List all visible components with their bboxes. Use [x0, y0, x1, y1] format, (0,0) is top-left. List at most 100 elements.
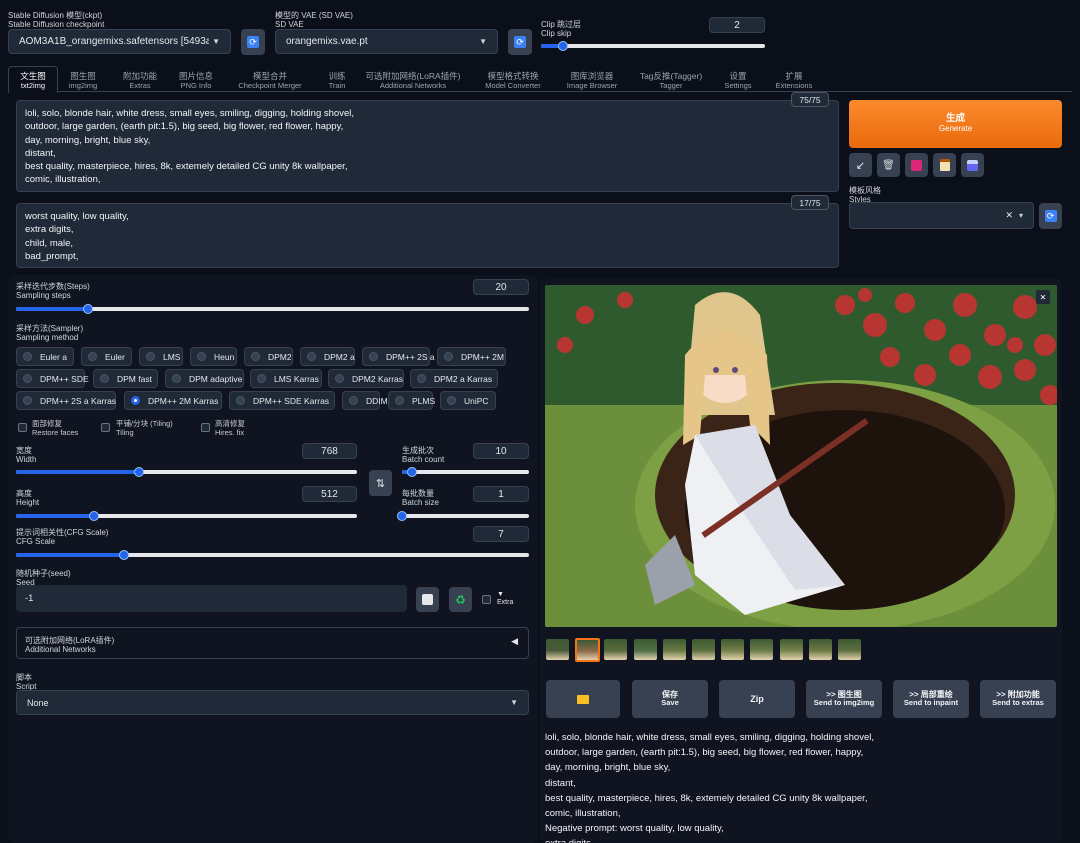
steps-slider[interactable]	[16, 304, 529, 314]
sampler-option[interactable]: DPM adaptive	[165, 369, 244, 388]
width-label: 宽度 Width	[16, 446, 37, 464]
batch-size-input[interactable]: 1	[473, 486, 529, 502]
swap-dimensions-button[interactable]: ⇅	[369, 470, 392, 496]
height-slider[interactable]	[16, 511, 357, 521]
zip-button[interactable]: Zip	[719, 680, 795, 718]
tab-img2img[interactable]: 图生图 img2img	[69, 72, 97, 91]
slider-handle[interactable]	[558, 41, 569, 51]
sampler-option[interactable]: DPM2	[244, 347, 293, 366]
send-to-inpaint-button[interactable]: >> 局部重绘 Send to inpaint	[893, 680, 969, 718]
sampler-option[interactable]: UniPC	[440, 391, 496, 410]
thumbnail[interactable]	[575, 638, 601, 662]
seed-input[interactable]: -1	[16, 585, 407, 612]
sampler-option[interactable]: DPM2 a Karras	[410, 369, 498, 388]
radio-dot	[307, 352, 316, 361]
sampler-option[interactable]: LMS Karras	[250, 369, 322, 388]
thumbnail[interactable]	[604, 639, 628, 660]
trash-button[interactable]: 🗑	[877, 153, 900, 177]
thumbnail[interactable]	[779, 639, 803, 660]
sampler-option[interactable]: DPM++ 2M Karras	[124, 391, 222, 410]
sampler-option[interactable]: DPM fast	[93, 369, 158, 388]
additional-networks-accordion[interactable]: 可选附加网络(LoRA插件) Additional Networks ◀	[16, 627, 529, 659]
thumbnail[interactable]	[633, 639, 657, 660]
sampler-option[interactable]: DPM++ SDE	[16, 369, 89, 388]
thumbnail[interactable]	[808, 639, 832, 660]
tiling-checkbox[interactable]	[101, 423, 110, 432]
sampler-option[interactable]: Heun	[190, 347, 237, 366]
tab-extras[interactable]: 附加功能 Extras	[123, 72, 157, 91]
tab-extensions[interactable]: 扩展 Extensions	[776, 72, 813, 91]
checkpoint-refresh-button[interactable]: ⟳	[241, 29, 265, 55]
generated-image[interactable]: ✕	[545, 285, 1057, 627]
extra-networks-button[interactable]	[905, 153, 928, 177]
slider-handle[interactable]	[397, 511, 407, 521]
sampler-option[interactable]: PLMS	[388, 391, 435, 410]
generate-button[interactable]: 生成 Generate	[849, 100, 1062, 148]
radio-dot	[251, 352, 260, 361]
restore-faces-checkbox[interactable]	[18, 423, 27, 432]
thumbnail[interactable]	[692, 639, 715, 660]
tab-checkpoint-merger[interactable]: 模型合并 Checkpoint Merger	[238, 72, 301, 91]
send-to-extras-button[interactable]: >> 附加功能 Send to extras	[980, 680, 1056, 718]
script-dropdown[interactable]: None ▼	[16, 690, 529, 715]
cfg-slider[interactable]	[16, 550, 529, 560]
thumbnail[interactable]	[838, 639, 861, 660]
tab-png-info[interactable]: 图片信息 PNG Info	[179, 72, 213, 91]
sampler-option[interactable]: DPM2 Karras	[328, 369, 404, 388]
width-input[interactable]: 768	[302, 443, 357, 459]
styles-refresh-button[interactable]: ⟳	[1039, 203, 1062, 229]
radio-dot	[197, 352, 206, 361]
tab-model-converter[interactable]: 模型格式转换 Model Converter	[485, 72, 540, 91]
checkpoint-dropdown[interactable]: AOM3A1B_orangemixs.safetensors [5493a0ec…	[8, 29, 231, 54]
slider-handle[interactable]	[82, 304, 93, 314]
save-style-button[interactable]	[961, 153, 984, 177]
hires-fix-checkbox[interactable]	[201, 423, 210, 432]
sampler-option[interactable]: Euler a	[16, 347, 74, 366]
negative-prompt-textarea[interactable]: worst quality, low quality, extra digits…	[16, 203, 839, 268]
sampler-option[interactable]: Euler	[81, 347, 132, 366]
slider-handle[interactable]	[118, 550, 129, 560]
tab-image-browser[interactable]: 图库浏览器 Image Browser	[567, 72, 617, 91]
tab-tagger[interactable]: Tag反推(Tagger) Tagger	[640, 72, 702, 91]
batch-count-slider[interactable]	[402, 467, 529, 477]
paste-style-button[interactable]	[933, 153, 956, 177]
reuse-seed-button[interactable]: ♻	[449, 587, 472, 612]
batch-size-slider[interactable]	[397, 511, 529, 521]
send-to-img2img-button[interactable]: >> 图生图 Send to img2img	[806, 680, 882, 718]
prompt-textarea[interactable]: loli, solo, blonde hair, white dress, sm…	[16, 100, 839, 192]
close-icon[interactable]: ✕	[1005, 210, 1013, 221]
height-input[interactable]: 512	[302, 486, 357, 502]
clip-skip-input[interactable]: 2	[709, 17, 765, 33]
read-params-button[interactable]: ↙	[849, 153, 872, 177]
sampler-option[interactable]: DPM2 a	[300, 347, 355, 366]
clip-skip-slider[interactable]	[541, 41, 765, 51]
sampler-option[interactable]: DPM++ 2S a Karras	[16, 391, 116, 410]
save-button[interactable]: 保存 Save	[632, 680, 708, 718]
batch-count-label: 生成批次 Batch count	[402, 446, 445, 464]
random-seed-button[interactable]	[416, 587, 439, 612]
tab-train[interactable]: 训练 Train	[328, 72, 345, 91]
cfg-input[interactable]: 7	[473, 526, 529, 542]
sampler-option[interactable]: DPM++ SDE Karras	[229, 391, 335, 410]
styles-dropdown[interactable]: ✕ ▾	[849, 202, 1034, 229]
vae-refresh-button[interactable]: ⟳	[508, 29, 532, 55]
sampler-option[interactable]: DPM++ 2S a	[362, 347, 435, 366]
open-folder-button[interactable]	[546, 680, 620, 718]
tab-settings[interactable]: 设置 Settings	[724, 72, 751, 91]
width-slider[interactable]	[16, 467, 357, 477]
thumbnail[interactable]	[662, 639, 686, 660]
vae-dropdown[interactable]: orangemixs.vae.pt ▼	[275, 29, 498, 54]
tab-txt2img[interactable]: 文生图 txt2img	[20, 72, 46, 91]
sampler-option[interactable]: DDIM	[342, 391, 388, 410]
steps-input[interactable]: 20	[473, 279, 529, 295]
sampler-option[interactable]: LMS	[139, 347, 183, 366]
tab-additional-networks[interactable]: 可选附加网络(LoRA插件) Additional Networks	[366, 72, 461, 91]
batch-count-input[interactable]: 10	[473, 443, 529, 459]
extra-seed-checkbox[interactable]	[482, 595, 491, 604]
thumbnail[interactable]	[721, 639, 745, 660]
slider-handle[interactable]	[133, 467, 144, 477]
thumbnail[interactable]	[750, 639, 774, 660]
close-icon[interactable]: ✕	[1036, 290, 1050, 304]
sampler-option[interactable]: DPM++ 2M	[437, 347, 506, 366]
thumbnail[interactable]	[546, 639, 569, 660]
